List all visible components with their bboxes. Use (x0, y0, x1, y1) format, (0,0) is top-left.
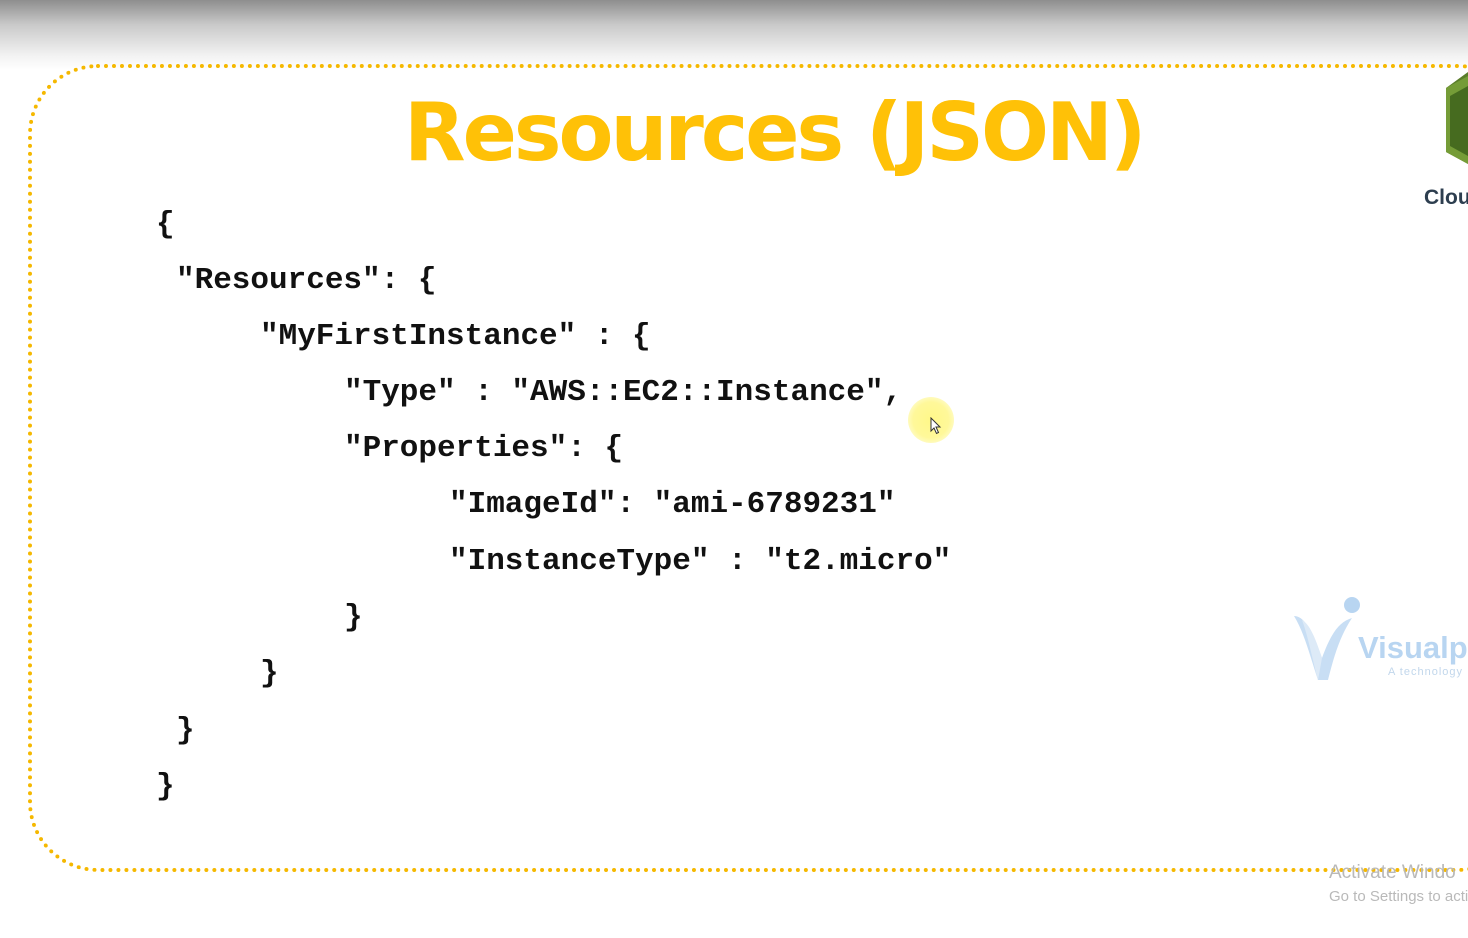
code-line-9: } (260, 656, 279, 691)
cloud-logo-label: Clou (1424, 186, 1468, 209)
mouse-pointer-icon (930, 417, 942, 435)
cloudformation-cube-icon (1446, 72, 1468, 164)
visualpath-watermark: Visualpa A technology (1292, 596, 1468, 686)
watermark-tagline: A technology (1388, 666, 1463, 678)
code-line-8: } (344, 600, 363, 635)
watermark-brand-name: Visualpa (1358, 630, 1468, 665)
code-line-10: } (176, 713, 195, 748)
code-line-1: { (156, 207, 175, 242)
activate-windows-subtitle: Go to Settings to acti (1329, 888, 1468, 905)
visualpath-v-logo (1294, 597, 1360, 680)
top-shadow-band (0, 0, 1468, 70)
code-line-7: "InstanceType" : "t2.micro" (449, 544, 952, 579)
code-line-6: "ImageId": "ami-6789231" (449, 487, 896, 522)
code-line-4: "Type" : "AWS::EC2::Instance", (344, 375, 903, 410)
code-line-11: } (156, 769, 175, 804)
code-line-2: "Resources": { (176, 263, 437, 298)
code-line-3: "MyFirstInstance" : { (260, 319, 651, 354)
activate-windows-title: Activate Windo (1329, 862, 1456, 883)
slide-title: Resources (JSON) (404, 86, 1146, 179)
code-line-5: "Properties": { (344, 431, 624, 466)
